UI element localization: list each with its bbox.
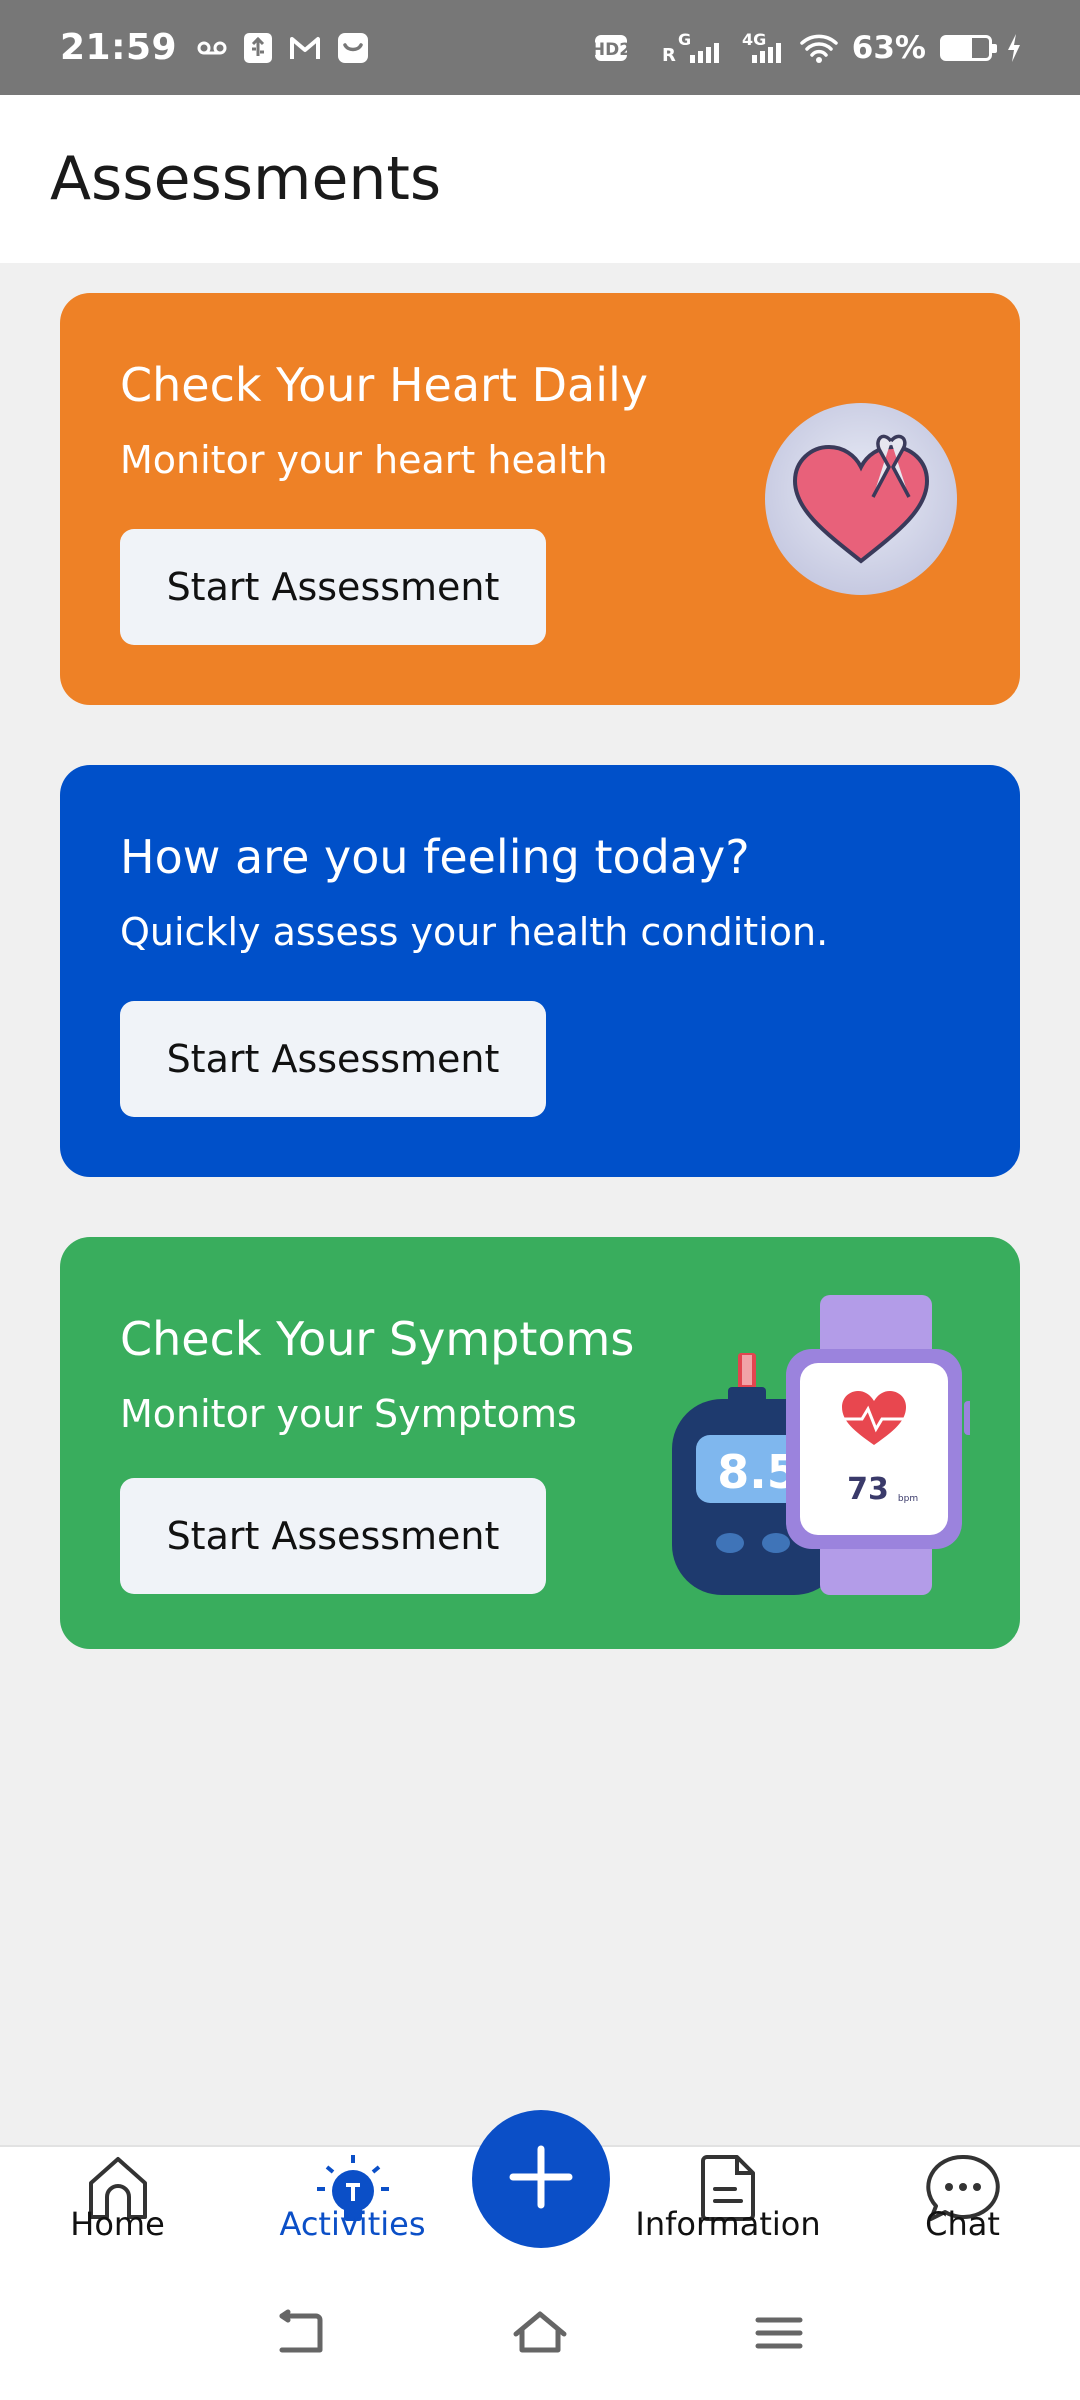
page-title: Assessments (50, 144, 442, 214)
nav-label-chat: Chat (925, 2205, 1000, 2243)
charging-icon (1006, 33, 1022, 63)
voicemail-icon (197, 40, 227, 56)
heart-ribbon-icon (763, 401, 959, 601)
symptoms-assessment-card: Check Your Symptoms Monitor your Symptom… (60, 1237, 1020, 1649)
nav-item-activities[interactable]: Activities (265, 2147, 440, 2272)
watch-bpm-value: 73 (847, 1472, 889, 1507)
card-title: How are you feeling today? (120, 830, 750, 884)
status-bar: 21:59 HD2 RG 4G 63% (0, 0, 1080, 95)
nav-item-home[interactable]: Home (30, 2147, 205, 2272)
app-bar: Assessments (0, 95, 1080, 263)
network-4g-label: 4G (742, 31, 766, 49)
battery-level-fill (943, 37, 972, 58)
menu-icon[interactable] (754, 2308, 804, 2362)
glucometer-smartwatch-icon: 8.5 73 bpm (670, 1295, 974, 1599)
wifi-icon (800, 33, 838, 63)
nav-label-activities: Activities (279, 2205, 426, 2243)
usb-debug-icon (243, 32, 273, 64)
nav-item-information[interactable]: Information (628, 2147, 828, 2272)
nav-label-information: Information (635, 2205, 821, 2243)
notification-icon (337, 32, 369, 64)
start-assessment-button[interactable]: Start Assessment (120, 529, 546, 645)
status-time: 21:59 (60, 27, 178, 68)
signal-4g-icon: 4G (738, 31, 786, 65)
status-system-icons: HD2 RG 4G 63% (594, 30, 1022, 66)
start-assessment-button[interactable]: Start Assessment (120, 1001, 546, 1117)
card-subtitle: Quickly assess your health condition. (120, 910, 829, 954)
battery-icon (940, 34, 997, 61)
hd-label: HD2 (594, 40, 631, 60)
card-subtitle: Monitor your Symptoms (120, 1392, 577, 1436)
roaming-label: R (662, 45, 676, 65)
nav-item-chat[interactable]: Chat (875, 2147, 1050, 2272)
network-g-label: G (678, 31, 691, 49)
status-notification-icons (197, 32, 369, 64)
home-outline-icon[interactable] (510, 2308, 570, 2362)
gmail-icon (289, 35, 321, 61)
card-title: Check Your Heart Daily (120, 358, 648, 412)
card-subtitle: Monitor your heart health (120, 438, 608, 482)
heart-assessment-card: Check Your Heart Daily Monitor your hear… (60, 293, 1020, 705)
watch-bpm-unit: bpm (898, 1494, 918, 1504)
feeling-assessment-card: How are you feeling today? Quickly asses… (60, 765, 1020, 1177)
system-navigation-bar (0, 2270, 1080, 2400)
assessment-list: Check Your Heart Daily Monitor your hear… (0, 263, 1080, 2145)
plus-icon (507, 2143, 575, 2215)
signal-icon: RG (660, 31, 724, 65)
battery-percent: 63% (851, 29, 926, 66)
start-assessment-button[interactable]: Start Assessment (120, 1478, 546, 1594)
add-fab-button[interactable] (472, 2110, 610, 2248)
back-icon[interactable] (272, 2308, 328, 2362)
hd-voice-icon: HD2 (594, 31, 646, 65)
card-title: Check Your Symptoms (120, 1312, 635, 1366)
nav-label-home: Home (70, 2205, 165, 2243)
